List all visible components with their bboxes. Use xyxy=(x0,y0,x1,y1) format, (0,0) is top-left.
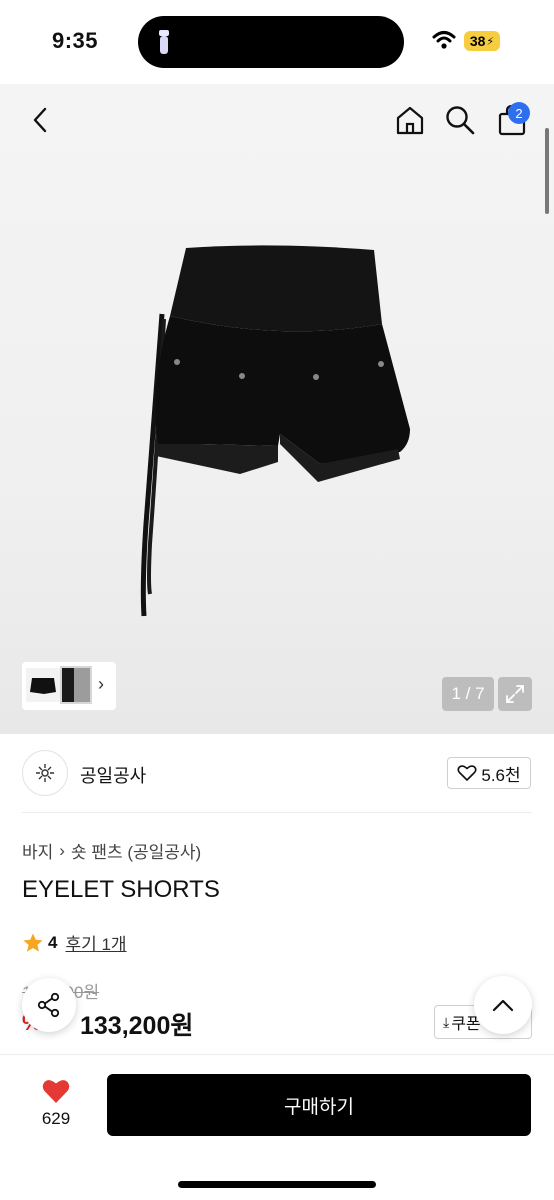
rating-score: 4 xyxy=(48,932,58,952)
brand-logo[interactable] xyxy=(22,750,68,796)
product-title: EYELET SHORTS xyxy=(22,876,220,903)
search-button[interactable] xyxy=(442,100,478,140)
brand-name[interactable]: 공일공사 xyxy=(80,762,146,788)
brand-emblem-icon xyxy=(36,764,54,782)
home-indicator[interactable] xyxy=(178,1181,376,1188)
thumbnail-image-2[interactable] xyxy=(60,666,92,704)
expand-button[interactable] xyxy=(498,677,532,711)
rating-row[interactable]: 4 후기 1개 xyxy=(22,930,127,955)
divider xyxy=(22,812,532,813)
back-button[interactable] xyxy=(22,100,58,140)
download-icon: ⤓ xyxy=(443,1013,450,1030)
home-icon xyxy=(396,106,424,135)
status-bar: 9:35 38 ⚡ xyxy=(0,0,554,84)
review-count-link[interactable]: 후기 1개 xyxy=(65,930,126,955)
thumbnail-next-icon[interactable]: › xyxy=(98,674,104,695)
breadcrumb: 바지 › 숏 팬츠 (공일공사) xyxy=(22,838,201,863)
breadcrumb-item-subcategory[interactable]: 숏 팬츠 (공일공사) xyxy=(71,838,201,863)
charging-icon: ⚡ xyxy=(486,35,495,48)
status-time: 9:35 xyxy=(52,28,99,53)
breadcrumb-separator-icon: › xyxy=(59,840,65,860)
breadcrumb-item-category[interactable]: 바지 xyxy=(22,838,53,863)
expand-icon xyxy=(506,685,524,703)
star-icon xyxy=(23,933,43,952)
share-button[interactable] xyxy=(22,978,76,1032)
brand-row[interactable]: 공일공사 5.6천 xyxy=(0,734,554,814)
wishlist-count: 629 xyxy=(41,1109,71,1128)
image-counter: 1 / 7 xyxy=(442,677,494,711)
heart-filled-icon xyxy=(42,1080,70,1103)
purchase-bar: 629 구매하기 xyxy=(0,1054,554,1200)
thumbnail-strip[interactable]: › xyxy=(22,662,116,710)
product-image xyxy=(140,245,410,617)
chevron-up-icon xyxy=(492,999,514,1012)
battery-indicator: 38 ⚡ xyxy=(464,31,500,51)
home-button[interactable] xyxy=(392,100,428,140)
search-icon xyxy=(446,106,475,135)
flashlight-icon xyxy=(159,30,169,54)
battery-level: 38 xyxy=(469,33,486,49)
dynamic-island xyxy=(138,16,404,68)
thumbnail-image-1[interactable] xyxy=(26,668,60,702)
scroll-to-top-button[interactable] xyxy=(474,976,532,1034)
scrollbar[interactable] xyxy=(545,128,549,214)
cart-count-badge: 2 xyxy=(508,102,530,124)
heart-outline-icon xyxy=(457,765,477,781)
sale-price: 133,200원 xyxy=(80,1012,194,1040)
buy-button[interactable]: 구매하기 xyxy=(107,1074,531,1136)
brand-like-button[interactable]: 5.6천 xyxy=(447,757,531,789)
product-gallery[interactable]: 2 › 1 / 7 xyxy=(0,84,554,734)
brand-like-count: 5.6천 xyxy=(481,765,521,785)
share-icon xyxy=(37,992,60,1018)
wishlist-button[interactable]: 629 xyxy=(30,1077,82,1129)
chevron-left-icon xyxy=(33,107,47,133)
wifi-icon xyxy=(432,31,456,49)
